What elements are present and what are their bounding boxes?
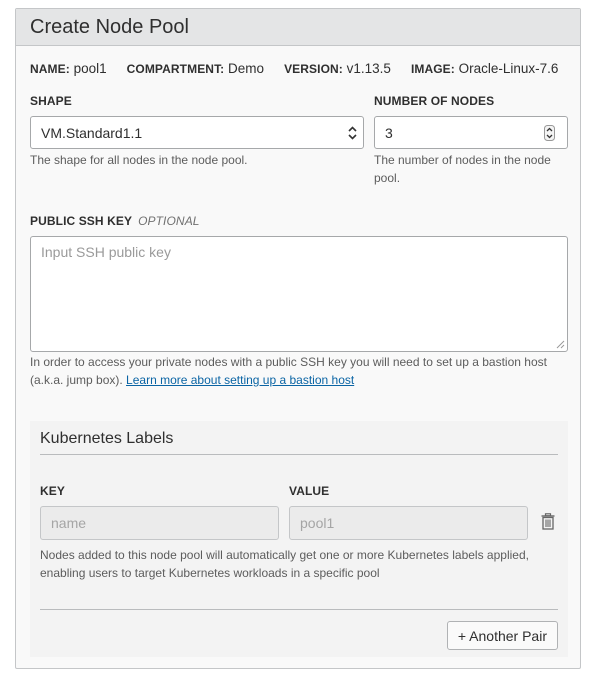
ssh-key-textarea[interactable]: Input SSH public key — [30, 236, 568, 352]
nodes-stepper[interactable]: 3 — [374, 116, 568, 149]
summary-compartment: COMPARTMENT: Demo — [126, 61, 265, 76]
select-chevron-icon — [348, 126, 357, 140]
resize-grip-icon[interactable] — [556, 340, 565, 349]
ssh-key-help: In order to access your private nodes wi… — [30, 355, 547, 387]
label-key-value: name — [51, 515, 87, 531]
summary-name: NAME: pool1 — [30, 61, 107, 76]
add-another-pair-button[interactable]: + Another Pair — [446, 621, 558, 650]
nodes-label: NUMBER OF NODES — [374, 94, 495, 108]
section-divider — [40, 454, 558, 455]
node-pool-summary: NAME: pool1 COMPARTMENT: Demo VERSION: v… — [30, 61, 578, 76]
label-key-input[interactable]: name — [40, 506, 279, 540]
shape-label: SHAPE — [30, 94, 72, 108]
kubernetes-labels-title: Kubernetes Labels — [40, 430, 174, 447]
ssh-key-placeholder: Input SSH public key — [41, 244, 171, 260]
summary-version: VERSION: v1.13.5 — [284, 61, 391, 76]
bastion-host-link[interactable]: Learn more about setting up a bastion ho… — [126, 373, 354, 387]
shape-help: The shape for all nodes in the node pool… — [30, 153, 248, 167]
label-value-value: pool1 — [300, 515, 335, 531]
nodes-value: 3 — [385, 124, 393, 141]
kubernetes-labels-help: Nodes added to this node pool will autom… — [40, 548, 529, 580]
footer-divider — [40, 609, 558, 610]
panel-title: Create Node Pool — [16, 9, 580, 46]
value-label: VALUE — [289, 484, 330, 498]
shape-select[interactable]: VM.Standard1.1 — [30, 116, 364, 149]
trash-icon[interactable] — [541, 513, 555, 530]
nodes-help: The number of nodes in the node pool. — [374, 153, 551, 185]
ssh-key-label: PUBLIC SSH KEY OPTIONAL — [30, 214, 200, 228]
shape-select-value: VM.Standard1.1 — [41, 124, 143, 141]
key-label: KEY — [40, 484, 65, 498]
kubernetes-labels-section: Kubernetes Labels KEY name VALUE pool1 N… — [30, 421, 568, 657]
optional-tag: OPTIONAL — [138, 214, 200, 228]
summary-image: IMAGE: Oracle-Linux-7.6 — [410, 61, 559, 76]
stepper-arrows-icon[interactable] — [544, 125, 555, 141]
label-value-input[interactable]: pool1 — [289, 506, 528, 540]
